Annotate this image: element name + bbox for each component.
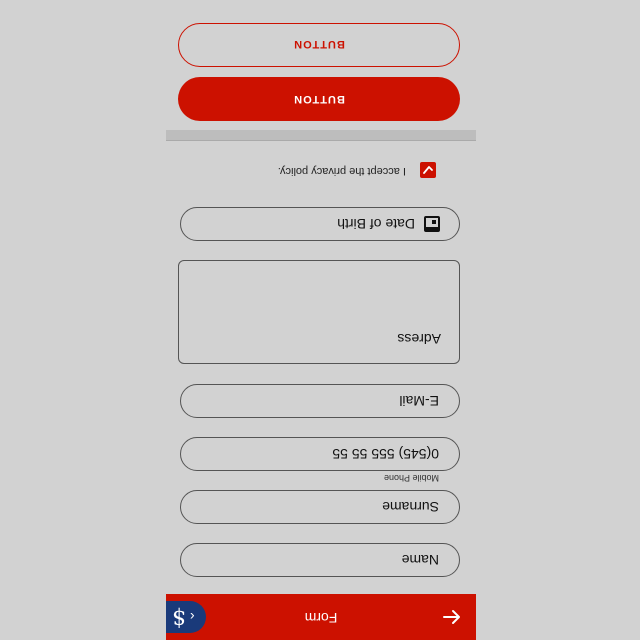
email-label: E-Mail xyxy=(399,393,439,409)
brand-badge[interactable]: ‹ $ xyxy=(166,601,206,633)
name-label: Name xyxy=(401,552,439,568)
privacy-checkbox[interactable] xyxy=(420,162,436,178)
email-field[interactable]: E-Mail xyxy=(180,384,460,418)
app-bar: Form ‹ $ xyxy=(166,594,476,640)
dollar-logo-icon: $ xyxy=(172,605,186,630)
mobile-phone-label: Mobile Phone xyxy=(383,473,439,483)
surname-field[interactable]: Surname xyxy=(180,490,460,524)
chevron-left-icon: ‹ xyxy=(190,609,195,625)
mobile-phone-value: 0(545) 555 55 55 xyxy=(332,446,439,462)
mobile-phone-field[interactable]: Mobile Phone 0(545) 555 55 55 xyxy=(180,437,460,483)
divider xyxy=(166,130,476,141)
date-of-birth-field[interactable]: Date of Birth xyxy=(180,207,460,241)
phone-screen: Form ‹ $ Name Surname Mobile Phone 0(545… xyxy=(166,0,476,640)
date-of-birth-label: Date of Birth xyxy=(337,216,415,232)
address-textarea[interactable]: Adress xyxy=(178,260,460,364)
address-label: Adress xyxy=(397,331,441,347)
privacy-consent: I accept the privacy policy. xyxy=(176,160,436,180)
name-field[interactable]: Name xyxy=(180,543,460,577)
surname-label: Surname xyxy=(382,499,439,515)
secondary-button[interactable]: BUTTON xyxy=(178,23,460,67)
page-title: Form xyxy=(304,610,338,626)
privacy-consent-text: I accept the privacy policy. xyxy=(277,165,406,177)
primary-button[interactable]: BUTTON xyxy=(178,77,460,121)
screen: Form ‹ $ Name Surname Mobile Phone 0(545… xyxy=(0,0,640,640)
calendar-icon xyxy=(423,215,441,233)
